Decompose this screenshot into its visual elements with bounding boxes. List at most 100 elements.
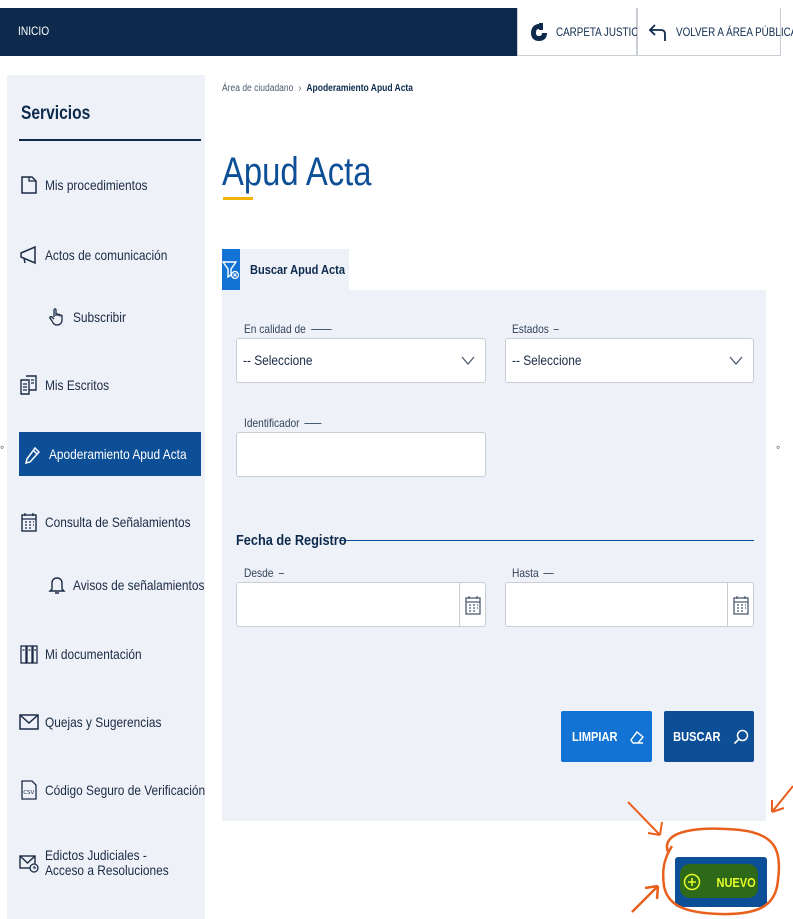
- fecha-registro-heading: Fecha de Registro: [236, 532, 347, 549]
- identificador-input[interactable]: [236, 432, 486, 477]
- label-rule: [543, 572, 554, 574]
- calendar-icon: [464, 596, 481, 615]
- top-strip: [0, 0, 793, 8]
- sidebar-item-apoderamiento-apud-acta[interactable]: Apoderamiento Apud Acta: [19, 432, 201, 476]
- label-rule: [310, 328, 332, 330]
- binders-icon: [19, 644, 39, 664]
- sidebar-item-actos-comunicacion[interactable]: Actos de comunicación: [19, 245, 201, 265]
- bell-icon: [47, 575, 67, 595]
- limpiar-label: LIMPIAR: [571, 729, 618, 744]
- sidebar-item-codigo-seguro-verificacion[interactable]: CSV Código Seguro de Verificación: [19, 780, 205, 800]
- hasta-date-input[interactable]: [505, 582, 754, 627]
- annotation-arrow-bottom: [631, 884, 660, 913]
- page-title: Apud Acta: [222, 150, 372, 194]
- sidebar-item-mis-escritos[interactable]: Mis Escritos: [19, 375, 201, 395]
- buscar-label: BUSCAR: [673, 729, 721, 744]
- sidebar-item-label: Actos de comunicación: [45, 246, 168, 263]
- section-rule: [340, 540, 754, 541]
- chevron-down-icon: [729, 356, 743, 365]
- sidebar-item-mi-documentacion[interactable]: Mi documentación: [19, 644, 201, 664]
- breadcrumb-current: Apoderamiento Apud Acta: [306, 83, 413, 94]
- sidebar-item-label: Edictos Judiciales - Acceso a Resolucion…: [45, 847, 169, 878]
- fecha-registro-section: Fecha de Registro: [236, 532, 754, 549]
- sidebar-item-label: Mis procedimientos: [45, 176, 148, 193]
- volver-area-publica-label: VOLVER A ÁREA PÚBLICA: [676, 24, 793, 39]
- hasta-calendar-button[interactable]: [727, 583, 753, 627]
- limpiar-button[interactable]: LIMPIAR: [561, 711, 652, 762]
- calidad-select-value: -- Seleccione: [243, 352, 313, 368]
- breadcrumb: Área de ciudadano › Apoderamiento Apud A…: [222, 83, 413, 94]
- sidebar-item-label: Consulta de Señalamientos: [45, 513, 191, 530]
- svg-text:CSV: CSV: [23, 790, 34, 796]
- nuevo-button-content: NUEVO: [683, 873, 759, 891]
- identificador-label: Identificador: [244, 416, 300, 430]
- sidebar-item-edictos-judiciales[interactable]: Edictos Judiciales - Acceso a Resolucion…: [19, 848, 195, 878]
- annotation-arrow-right: [771, 785, 793, 813]
- calendar-icon: [732, 596, 749, 615]
- calidad-select[interactable]: -- Seleccione: [236, 338, 486, 383]
- carpeta-logo-icon: [531, 22, 547, 41]
- tab-buscar-apud-acta[interactable]: Buscar Apud Acta: [222, 249, 349, 290]
- estados-label-row: Estados: [512, 322, 560, 336]
- carpeta-justicia-button[interactable]: CARPETA JUSTICIA: [517, 8, 648, 56]
- desde-date-input[interactable]: [236, 582, 486, 627]
- sidebar-item-label: Avisos de señalamientos: [73, 576, 205, 593]
- calidad-label-row: En calidad de: [244, 322, 332, 336]
- estados-select-value: -- Seleccione: [512, 352, 582, 368]
- sidebar-item-mis-procedimientos[interactable]: Mis procedimientos: [19, 175, 201, 195]
- sidebar-item-label: Mi documentación: [45, 645, 142, 662]
- sidebar-item-subscribir[interactable]: Subscribir: [47, 307, 201, 327]
- top-navbar: INICIO CARPETA JUSTICIA VOLVER A ÁREA PÚ…: [0, 8, 793, 56]
- label-rule: [304, 422, 322, 424]
- desde-calendar-button[interactable]: [459, 583, 485, 627]
- plus-circle-icon: [683, 873, 701, 891]
- sidebar-item-avisos-senalamientos[interactable]: Avisos de señalamientos: [47, 575, 205, 595]
- label-rule: [278, 572, 284, 574]
- estados-select[interactable]: -- Seleccione: [505, 338, 754, 383]
- sidebar-item-consulta-senalamientos[interactable]: Consulta de Señalamientos: [19, 512, 201, 532]
- calidad-label: En calidad de: [244, 322, 306, 336]
- megaphone-icon: [19, 245, 39, 265]
- envelope-clock-icon: [19, 853, 39, 873]
- inicio-link[interactable]: INICIO: [18, 24, 49, 38]
- volver-area-publica-button[interactable]: VOLVER A ÁREA PÚBLICA: [637, 8, 793, 56]
- back-arrow-icon: [648, 23, 666, 41]
- nuevo-button[interactable]: NUEVO: [675, 857, 767, 907]
- sidebar-item-label: Quejas y Sugerencias: [45, 713, 162, 730]
- left-edge-mark: ◦: [0, 440, 5, 454]
- sidebar-title: Servicios: [21, 103, 91, 124]
- nuevo-label: NUEVO: [716, 874, 756, 890]
- desde-label: Desde: [244, 566, 274, 580]
- envelope-icon: [19, 712, 39, 732]
- search-icon: [733, 729, 749, 744]
- csv-icon: CSV: [19, 780, 39, 800]
- file-list-icon: [19, 375, 39, 395]
- sidebar-divider: [19, 139, 201, 141]
- filter-icon: [222, 249, 240, 290]
- document-icon: [19, 175, 39, 195]
- breadcrumb-root[interactable]: Área de ciudadano: [222, 83, 293, 94]
- right-edge-mark: ◦: [776, 440, 781, 454]
- calendar-icon: [19, 512, 39, 532]
- title-underline: [223, 197, 253, 200]
- sidebar-item-label: Código Seguro de Verificación: [45, 781, 206, 798]
- desde-label-row: Desde: [244, 566, 284, 580]
- sidebar-item-quejas-sugerencias[interactable]: Quejas y Sugerencias: [19, 712, 201, 732]
- estados-label: Estados: [512, 322, 549, 336]
- hasta-label: Hasta: [512, 566, 539, 580]
- sidebar-item-label: Apoderamiento Apud Acta: [49, 445, 187, 462]
- tab-label: Buscar Apud Acta: [250, 262, 345, 277]
- sidebar-item-label: Mis Escritos: [45, 376, 110, 393]
- label-rule: [553, 328, 560, 330]
- identificador-label-row: Identificador: [244, 416, 322, 430]
- pen-icon: [23, 444, 43, 464]
- sidebar: Servicios Mis procedimientos Actos de co…: [7, 75, 205, 919]
- buscar-button[interactable]: BUSCAR: [664, 711, 754, 762]
- eraser-icon: [630, 730, 645, 744]
- chevron-down-icon: [461, 356, 475, 365]
- sidebar-item-label: Subscribir: [73, 308, 126, 325]
- hand-pointer-icon: [47, 307, 67, 327]
- breadcrumb-separator: ›: [298, 83, 302, 94]
- carpeta-justicia-label: CARPETA JUSTICIA: [556, 24, 648, 39]
- hasta-label-row: Hasta: [512, 566, 554, 580]
